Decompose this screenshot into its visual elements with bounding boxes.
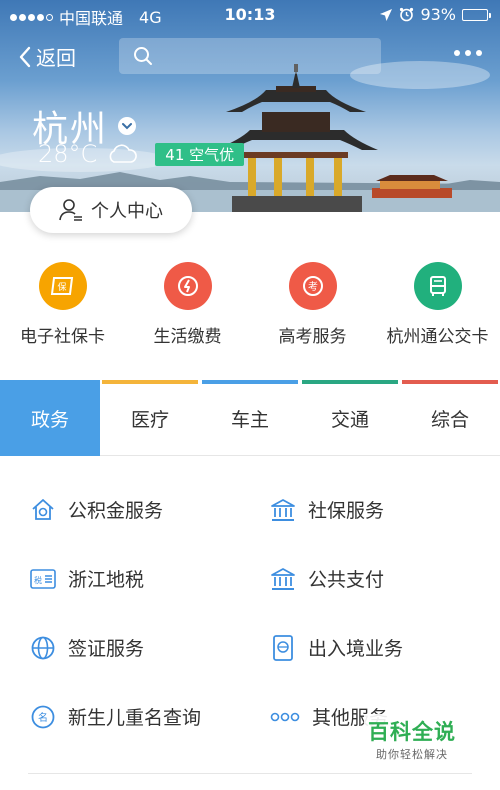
quick-service-utility-payment[interactable]: 生活缴费 — [125, 262, 250, 352]
tab-color-bar — [302, 380, 398, 384]
more-menu-button[interactable] — [454, 50, 482, 56]
quick-service-label: 杭州通公交卡 — [386, 327, 489, 347]
service-social-security[interactable]: 社保服务 — [240, 475, 500, 544]
quick-services: 保 电子社保卡 生活缴费 考 高考服务 杭州通公交卡 — [0, 262, 500, 352]
government-building-icon — [270, 566, 296, 592]
back-label: 返回 — [36, 46, 76, 70]
svg-text:税: 税 — [34, 575, 42, 585]
battery-percent: 93% — [420, 5, 456, 24]
tab-label: 政务 — [30, 408, 69, 431]
svg-text:考: 考 — [308, 281, 318, 293]
tab-color-bar — [202, 380, 298, 384]
bottom-divider — [28, 773, 472, 774]
quick-service-gaokao[interactable]: 考 高考服务 — [250, 262, 375, 352]
quick-service-label: 生活缴费 — [153, 327, 222, 347]
chevron-left-icon — [19, 46, 31, 67]
service-housing-fund[interactable]: 公积金服务 — [0, 475, 240, 544]
personal-center-button[interactable]: 个人中心 — [30, 187, 192, 233]
watermark-title: 百科全说 — [368, 720, 456, 744]
temperature: 28°C — [38, 140, 98, 168]
alarm-clock-icon — [400, 7, 414, 22]
search-input[interactable] — [119, 38, 381, 74]
more-dots-icon — [270, 704, 300, 730]
tab-color-bar — [402, 380, 498, 384]
tab-government[interactable]: 政务 — [0, 380, 100, 456]
service-public-payment[interactable]: 公共支付 — [240, 544, 500, 613]
social-security-card-icon: 保 — [38, 262, 87, 310]
quick-service-social-card[interactable]: 保 电子社保卡 — [0, 262, 125, 352]
bus-card-icon — [413, 262, 462, 310]
service-row: 税 浙江地税 公共支付 — [0, 544, 500, 613]
nav-bar: 返回 — [0, 38, 500, 74]
service-label: 社保服务 — [308, 500, 385, 522]
tab-label: 综合 — [430, 408, 469, 431]
name-search-icon: 名 — [30, 704, 56, 730]
service-label: 公积金服务 — [68, 500, 164, 522]
service-row: 签证服务 出入境业务 — [0, 613, 500, 682]
quick-service-label: 电子社保卡 — [20, 327, 105, 347]
service-zhejiang-tax[interactable]: 税 浙江地税 — [0, 544, 240, 613]
tab-color-bar — [102, 380, 198, 384]
svg-text:名: 名 — [38, 711, 48, 724]
status-bar: 中国联通 4G 10:13 93% — [0, 0, 500, 30]
passport-icon — [270, 634, 296, 661]
tax-icon: 税 — [30, 566, 56, 592]
status-right: 93% — [379, 5, 491, 24]
service-label: 新生儿重名查询 — [68, 707, 202, 729]
tab-car-owner[interactable]: 车主 — [200, 380, 300, 456]
quick-service-bus-card[interactable]: 杭州通公交卡 — [375, 262, 500, 352]
service-list: 公积金服务 社保服务 税 浙江地税 公共支付 签证服务 出入境业务 名 新生儿重… — [0, 475, 500, 751]
government-building-icon — [270, 497, 296, 523]
tab-traffic[interactable]: 交通 — [300, 380, 400, 456]
watermark-subtitle: 助你轻松解决 — [376, 748, 448, 761]
battery-icon — [462, 8, 491, 21]
tab-label: 交通 — [330, 408, 369, 431]
tab-label: 车主 — [230, 408, 269, 431]
quick-service-label: 高考服务 — [278, 327, 347, 347]
tab-general[interactable]: 综合 — [400, 380, 500, 456]
svg-text:保: 保 — [57, 281, 66, 293]
personal-center-label: 个人中心 — [91, 201, 163, 222]
gaokao-icon: 考 — [288, 262, 337, 310]
weather-info: 28°C 41 空气优 — [38, 140, 245, 168]
hero-banner: 中国联通 4G 10:13 93% 返回 杭州 28°C 41 空气优 — [0, 0, 500, 212]
service-visa[interactable]: 签证服务 — [0, 613, 240, 682]
tab-label: 医疗 — [130, 408, 169, 431]
search-icon — [134, 47, 152, 65]
service-entry-exit[interactable]: 出入境业务 — [240, 613, 500, 682]
back-button[interactable]: 返回 — [18, 42, 76, 71]
service-label: 出入境业务 — [308, 638, 404, 660]
category-tabs: 政务 医疗 车主 交通 综合 — [0, 380, 500, 456]
chevron-down-icon — [118, 117, 137, 135]
user-profile-icon — [59, 199, 82, 221]
watermark: 百科全说 助你轻松解决 — [364, 714, 460, 764]
air-quality-badge: 41 空气优 — [155, 142, 245, 166]
tab-medical[interactable]: 医疗 — [100, 380, 200, 456]
service-label: 公共支付 — [308, 569, 385, 591]
house-fund-icon — [30, 497, 56, 523]
utility-payment-icon — [163, 262, 212, 310]
service-newborn-name[interactable]: 名 新生儿重名查询 — [0, 682, 240, 751]
service-label: 签证服务 — [68, 638, 145, 660]
cloud-icon — [109, 144, 138, 163]
service-label: 浙江地税 — [68, 569, 145, 591]
globe-icon — [30, 635, 56, 661]
service-row: 公积金服务 社保服务 — [0, 475, 500, 544]
location-arrow-icon — [380, 8, 393, 21]
